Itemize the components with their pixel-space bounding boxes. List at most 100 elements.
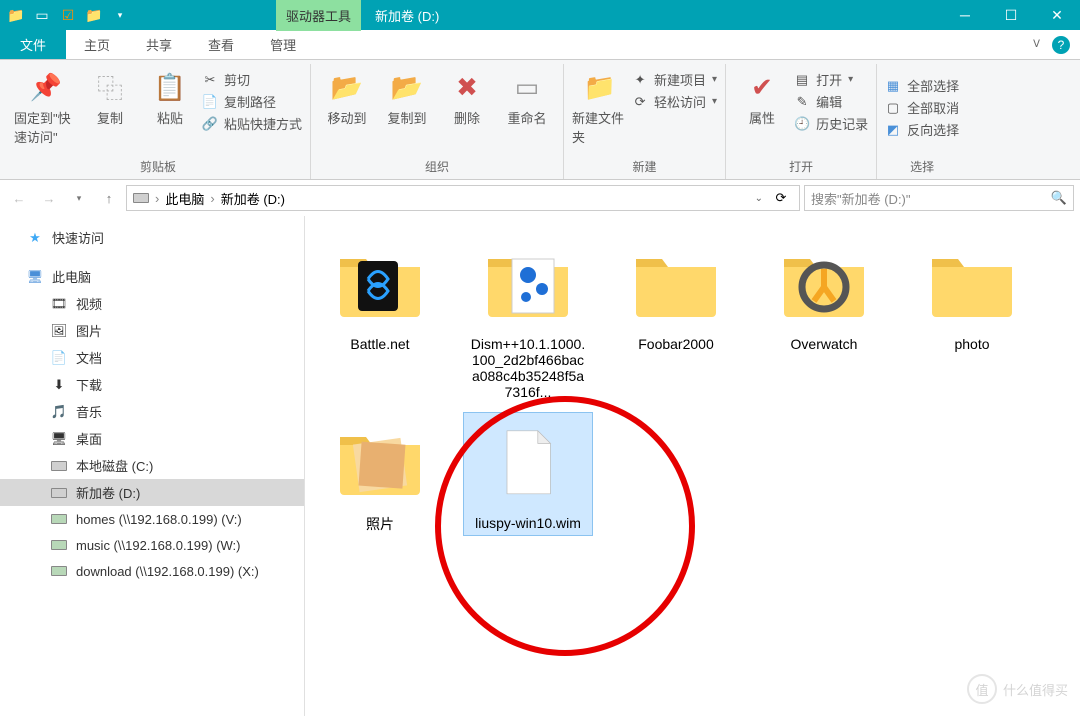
- refresh-button[interactable]: ⟳: [769, 190, 793, 206]
- properties-icon: ✔: [745, 70, 779, 104]
- sidebar-net-music[interactable]: music (\\192.168.0.199) (W:): [0, 532, 304, 558]
- copy-to-icon: 📂: [390, 70, 424, 104]
- address-bar: ← → ▾ ↑ › 此电脑 › 新加卷 (D:) ⌄ ⟳ 搜索"新加卷 (D:)…: [0, 180, 1080, 216]
- sidebar-this-pc[interactable]: 🖥此电脑: [0, 263, 304, 290]
- copy-path-button[interactable]: 📄复制路径: [202, 92, 302, 111]
- select-none-button[interactable]: ▢全部取消: [885, 98, 959, 117]
- new-item-button[interactable]: ✦新建项目▾: [632, 70, 717, 89]
- copy-button[interactable]: ⿻ 复制: [82, 70, 138, 127]
- collapse-ribbon-icon[interactable]: ᐯ: [1033, 39, 1040, 50]
- paste-shortcut-button[interactable]: 🔗粘贴快捷方式: [202, 114, 302, 133]
- select-all-button[interactable]: ▦全部选择: [885, 76, 959, 95]
- edit-icon: ✎: [794, 94, 810, 110]
- group-select: ▦全部选择 ▢全部取消 ◩反向选择 选择: [877, 64, 967, 179]
- item-label: Overwatch: [787, 334, 862, 354]
- sidebar-volume-d[interactable]: 新加卷 (D:): [0, 479, 304, 506]
- netdrive-icon: [50, 536, 68, 554]
- minimize-button[interactable]: ─: [942, 0, 988, 30]
- properties-button[interactable]: ✔ 属性: [734, 70, 790, 127]
- pictures-icon: 🖼: [50, 322, 68, 340]
- item-label: Dism++10.1.1000.100_2d2bf466baca088c4b35…: [465, 334, 591, 402]
- recent-dropdown[interactable]: ▾: [66, 185, 92, 211]
- group-clipboard: 📌 固定到"快速访问" ⿻ 复制 📋 粘贴 ✂剪切 📄复制路径 🔗粘贴快捷方式 …: [6, 64, 311, 179]
- breadcrumb-this-pc[interactable]: 此电脑: [165, 189, 204, 208]
- sidebar-quick-access[interactable]: ★快速访问: [0, 224, 304, 251]
- explorer-icon[interactable]: 📁: [84, 5, 104, 25]
- tab-view[interactable]: 查看: [190, 30, 252, 59]
- tab-file[interactable]: 文件: [0, 30, 66, 59]
- up-button[interactable]: ↑: [96, 185, 122, 211]
- select-all-icon: ▦: [885, 78, 901, 94]
- clipboard-label: 剪贴板: [140, 156, 176, 179]
- breadcrumb-location[interactable]: 新加卷 (D:): [221, 189, 285, 208]
- maximize-button[interactable]: ☐: [988, 0, 1034, 30]
- copy-icon: ⿻: [93, 70, 127, 104]
- main-area: ★快速访问 🖥此电脑 🎞视频 🖼图片 📄文档 ⬇下载 🎵音乐 🖥桌面 本地磁盘 …: [0, 216, 1080, 716]
- paste-button[interactable]: 📋 粘贴: [142, 70, 198, 127]
- pin-icon: 📌: [29, 70, 63, 104]
- breadcrumb-dropdown-icon[interactable]: ⌄: [755, 193, 763, 204]
- sidebar-pictures[interactable]: 🖼图片: [0, 317, 304, 344]
- sidebar-net-download[interactable]: download (\\192.168.0.199) (X:): [0, 558, 304, 584]
- folder-icon: [330, 234, 430, 334]
- sidebar-desktop[interactable]: 🖥桌面: [0, 425, 304, 452]
- sidebar-documents[interactable]: 📄文档: [0, 344, 304, 371]
- search-input[interactable]: 搜索"新加卷 (D:)" 🔍: [804, 185, 1074, 211]
- breadcrumb[interactable]: › 此电脑 › 新加卷 (D:) ⌄ ⟳: [126, 185, 800, 211]
- select-label: 选择: [910, 156, 934, 179]
- folder-item[interactable]: Overwatch: [759, 234, 889, 402]
- delete-button[interactable]: ✖ 删除: [439, 70, 495, 127]
- move-to-icon: 📂: [330, 70, 364, 104]
- paste-label: 粘贴: [157, 108, 183, 127]
- open-icon: ▤: [794, 72, 810, 88]
- group-new: 📁 新建文件夹 ✦新建项目▾ ⟳轻松访问▾ 新建: [564, 64, 726, 179]
- invert-icon: ◩: [885, 122, 901, 138]
- open-button[interactable]: ▤打开▾: [794, 70, 868, 89]
- tab-share[interactable]: 共享: [128, 30, 190, 59]
- cut-button[interactable]: ✂剪切: [202, 70, 302, 89]
- invert-selection-button[interactable]: ◩反向选择: [885, 120, 959, 139]
- new-folder-button[interactable]: 📁 新建文件夹: [572, 70, 628, 146]
- tab-home[interactable]: 主页: [66, 30, 128, 59]
- item-label: liuspy-win10.wim: [471, 513, 585, 533]
- documents-icon: 📄: [50, 349, 68, 367]
- forward-button[interactable]: →: [36, 185, 62, 211]
- edit-button[interactable]: ✎编辑: [794, 92, 868, 111]
- folder-item[interactable]: photo: [907, 234, 1037, 402]
- search-icon[interactable]: 🔍: [1051, 190, 1067, 206]
- folder-item[interactable]: Battle.net: [315, 234, 445, 402]
- tab-manage[interactable]: 管理: [252, 30, 314, 59]
- history-button[interactable]: 🕘历史记录: [794, 114, 868, 133]
- close-button[interactable]: ✕: [1034, 0, 1080, 30]
- folder-item[interactable]: Foobar2000: [611, 234, 741, 402]
- help-icon[interactable]: ?: [1052, 36, 1070, 54]
- file-icon: [478, 413, 578, 513]
- drive-icon[interactable]: ▭: [32, 5, 52, 25]
- move-to-button[interactable]: 📂 移动到: [319, 70, 375, 127]
- checkbox-icon[interactable]: ☑: [58, 5, 78, 25]
- folder-item[interactable]: Dism++10.1.1000.100_2d2bf466baca088c4b35…: [463, 234, 593, 402]
- content-pane[interactable]: Battle.net Dism++10.1.1000.100_2d2bf466ba…: [305, 216, 1080, 716]
- easy-access-button[interactable]: ⟳轻松访问▾: [632, 92, 717, 111]
- new-label: 新建: [633, 156, 657, 179]
- paste-shortcut-icon: 🔗: [202, 116, 218, 132]
- folder-icon[interactable]: 📁: [6, 5, 26, 25]
- downloads-icon: ⬇: [50, 376, 68, 394]
- item-label: photo: [950, 334, 993, 354]
- pin-to-quick-access-button[interactable]: 📌 固定到"快速访问": [14, 70, 78, 146]
- rename-button[interactable]: ▭ 重命名: [499, 70, 555, 127]
- qat-dropdown-icon[interactable]: ▾: [110, 5, 130, 25]
- music-icon: 🎵: [50, 403, 68, 421]
- open-label: 打开: [789, 156, 813, 179]
- copy-path-icon: 📄: [202, 94, 218, 110]
- sidebar-net-homes[interactable]: homes (\\192.168.0.199) (V:): [0, 506, 304, 532]
- sidebar-downloads[interactable]: ⬇下载: [0, 371, 304, 398]
- sidebar-music[interactable]: 🎵音乐: [0, 398, 304, 425]
- sidebar-local-c[interactable]: 本地磁盘 (C:): [0, 452, 304, 479]
- copy-to-button[interactable]: 📂 复制到: [379, 70, 435, 127]
- back-button[interactable]: ←: [6, 185, 32, 211]
- sidebar-videos[interactable]: 🎞视频: [0, 290, 304, 317]
- quick-access-toolbar: 📁 ▭ ☑ 📁 ▾: [0, 5, 136, 25]
- folder-item[interactable]: 照片: [315, 412, 445, 536]
- file-item[interactable]: liuspy-win10.wim: [463, 412, 593, 536]
